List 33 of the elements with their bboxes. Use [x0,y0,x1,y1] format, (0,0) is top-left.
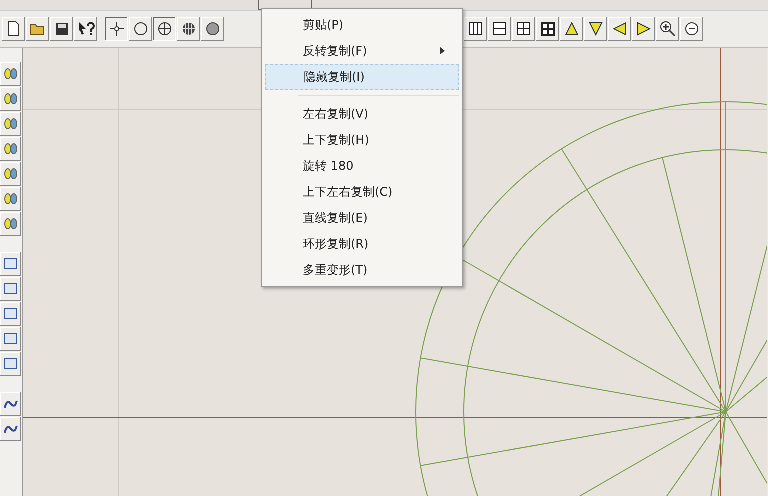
zoom-in-icon[interactable] [656,17,679,41]
frame-icon[interactable] [0,277,21,301]
submenu-arrow-icon [440,47,445,55]
menu-item[interactable]: 隐藏复制(I) [265,64,459,90]
ellipse-pair-icon[interactable] [0,87,21,111]
triangle-left-icon[interactable] [608,17,631,41]
curve-icon[interactable] [0,392,21,416]
rectangle-icon[interactable] [0,252,21,276]
menu-item[interactable]: 剪贴(P) [265,12,459,38]
zoom-out-icon[interactable] [680,17,703,41]
help-pointer-icon[interactable] [74,17,97,41]
snap-point-icon[interactable] [105,17,128,41]
horizontal-split-icon[interactable] [488,17,511,41]
triangle-right-icon[interactable] [632,17,655,41]
menu-item[interactable]: 环形复制(R) [265,231,459,257]
folder-icon[interactable] [26,17,49,41]
curve-bold-icon[interactable] [0,417,21,441]
menu-item[interactable]: 左右复制(V) [265,101,459,127]
save-icon[interactable] [50,17,73,41]
circle-grid-icon[interactable] [177,17,200,41]
triangle-up-icon[interactable] [560,17,583,41]
triangle-down-icon[interactable] [584,17,607,41]
new-file-icon[interactable] [2,17,25,41]
menu-item[interactable]: 旋转 180 [265,153,459,179]
menu-item[interactable]: 多重变形(T) [265,257,459,283]
menu-item[interactable]: 上下左右复制(C) [265,179,459,205]
menu-item[interactable]: 上下复制(H) [265,127,459,153]
vertical-split-icon[interactable] [464,17,487,41]
grid-icon[interactable] [512,17,535,41]
circle-cross-icon[interactable] [153,17,176,41]
bold-grid-icon[interactable] [536,17,559,41]
menu-item[interactable]: 反转复制(F) [265,38,459,64]
menu-item[interactable]: 直线复制(E) [265,205,459,231]
